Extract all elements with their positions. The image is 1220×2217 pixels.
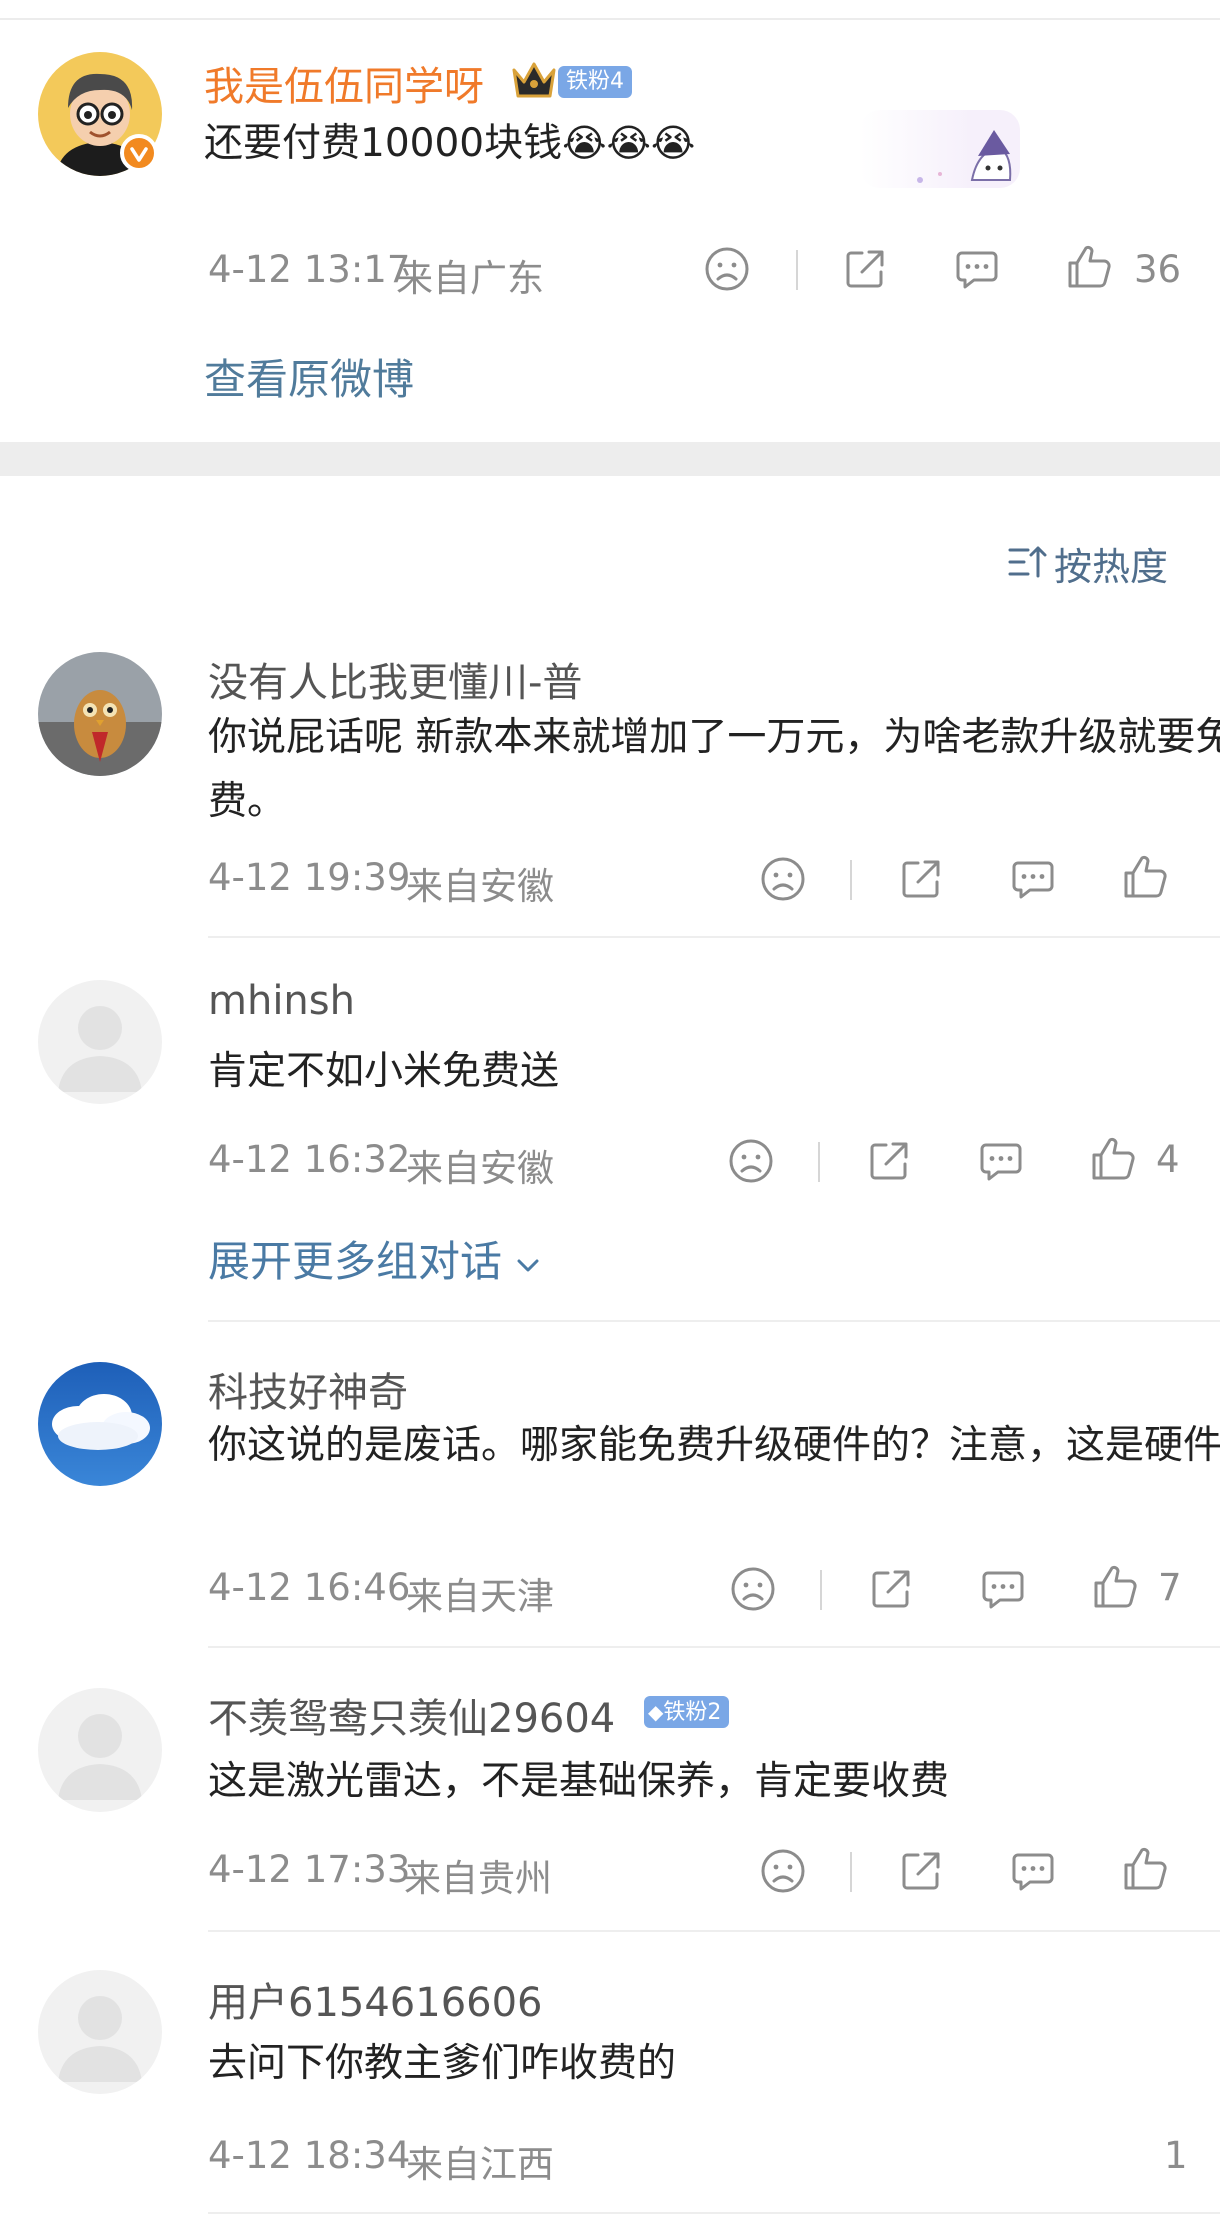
share-icon[interactable] [864,1136,914,1186]
action-separator [850,860,852,900]
post-time: 4-12 13:17 [208,248,411,291]
thumbs-up-icon[interactable] [1088,1134,1138,1184]
comment-divider [208,1930,1220,1932]
action-separator [820,1570,822,1610]
view-original-link[interactable]: 查看原微博 [204,346,414,407]
comment-avatar[interactable] [38,980,162,1104]
owl-avatar-icon [38,652,162,776]
expand-more-conversations-link[interactable]: 展开更多组对话 [208,1228,541,1289]
comment-location: 来自江西 [406,2143,554,2186]
share-icon[interactable] [840,244,890,294]
sad-face-icon[interactable] [702,244,752,294]
verified-icon [120,134,158,172]
comment-icon[interactable] [1008,854,1058,904]
comment-divider [208,1646,1220,1648]
comment-time: 4-12 18:34 [208,2134,411,2177]
chevron-down-icon [517,1259,539,1271]
comment-time: 4-12 17:33 [208,1848,411,1891]
default-avatar-icon [38,980,162,1104]
fan-badge-label: 铁粉2 [663,1700,722,1725]
default-avatar-icon [38,1688,162,1812]
post-text: 还要付费10000块钱 [204,121,563,166]
sad-face-icon[interactable] [758,1846,808,1896]
action-separator [796,250,798,290]
comment-icon[interactable] [952,244,1002,294]
post-content: 还要付费10000块钱😭😭😭 [204,112,695,168]
comment-location: 来自贵州 [404,1857,552,1900]
post-username[interactable]: 我是伍伍同学呀 [204,54,484,112]
diamond-icon: ◆ [648,1700,664,1724]
comment-username[interactable]: 用户6154616606 [208,1970,543,2028]
action-separator [850,1852,852,1892]
sad-face-icon[interactable] [758,854,808,904]
crying-emoji: 😭😭😭 [562,121,696,165]
crown-icon [510,58,558,102]
comment-location: 来自天津 [406,1575,554,1618]
expand-label: 展开更多组对话 [208,1237,503,1286]
comment-location: 来自安徽 [406,1147,554,1190]
comment-like-count: 1 [1164,2134,1188,2177]
thumbs-up-icon[interactable] [1120,852,1170,902]
sort-icon[interactable] [1006,540,1050,584]
comment-sticker-decoration [860,110,1020,188]
comment-icon[interactable] [978,1564,1028,1614]
comment-username[interactable]: 不羡鸳鸯只羡仙29604 [208,1686,615,1744]
top-divider [0,18,1220,20]
fan-badge: ◆铁粉2 [644,1696,730,1728]
comment-location: 来自安徽 [406,865,554,908]
sort-by-hot-button[interactable]: 按热度 [1054,536,1168,591]
comment-text: 你这说的是废话。哪家能免费升级硬件的？注意，这是硬件 [208,1423,1220,1468]
comment-username[interactable]: 没有人比我更懂川-普 [208,650,582,708]
comment-divider [208,2212,1220,2214]
comment-icon[interactable] [976,1136,1026,1186]
comment-avatar[interactable] [38,1362,162,1486]
thumbs-up-icon[interactable] [1120,1844,1170,1894]
comment-text: 这是激光雷达，不是基础保养，肯定要收费 [208,1759,950,1804]
comment-avatar[interactable] [38,1688,162,1812]
comment-avatar[interactable] [38,652,162,776]
comment-time: 4-12 19:39 [208,856,411,899]
thumbs-up-icon[interactable] [1064,242,1114,292]
comment-avatar[interactable] [38,1970,162,2094]
comment-icon[interactable] [1008,1846,1058,1896]
comment-like-count: 4 [1156,1138,1180,1181]
share-icon[interactable] [866,1564,916,1614]
comment-time: 4-12 16:32 [208,1138,411,1181]
sad-face-icon[interactable] [726,1136,776,1186]
comment-time: 4-12 16:46 [208,1566,411,1609]
comment-text: 肯定不如小米免费送 [208,1049,560,1094]
action-separator [818,1142,820,1182]
post-location: 来自广东 [396,257,544,300]
post-like-count: 36 [1134,248,1182,291]
comment-text: 去问下你教主爹们咋收费的 [208,2041,677,2086]
comment-username[interactable]: 科技好神奇 [208,1360,408,1418]
section-separator [0,442,1220,476]
share-icon[interactable] [896,854,946,904]
thumbs-up-icon[interactable] [1090,1562,1140,1612]
sad-face-icon[interactable] [728,1564,778,1614]
share-icon[interactable] [896,1846,946,1896]
comment-divider [208,1320,1220,1322]
comment-like-count: 7 [1158,1566,1182,1609]
cloud-avatar-icon [38,1362,162,1486]
comment-divider [208,936,1220,938]
comment-text: 你说屁话呢 新款本来就增加了一万元，为啥老款升级就要免费。 [208,715,1220,824]
default-avatar-icon [38,1970,162,2094]
comment-username[interactable]: mhinsh [208,978,355,1024]
fan-badge: 铁粉4 [558,66,632,98]
